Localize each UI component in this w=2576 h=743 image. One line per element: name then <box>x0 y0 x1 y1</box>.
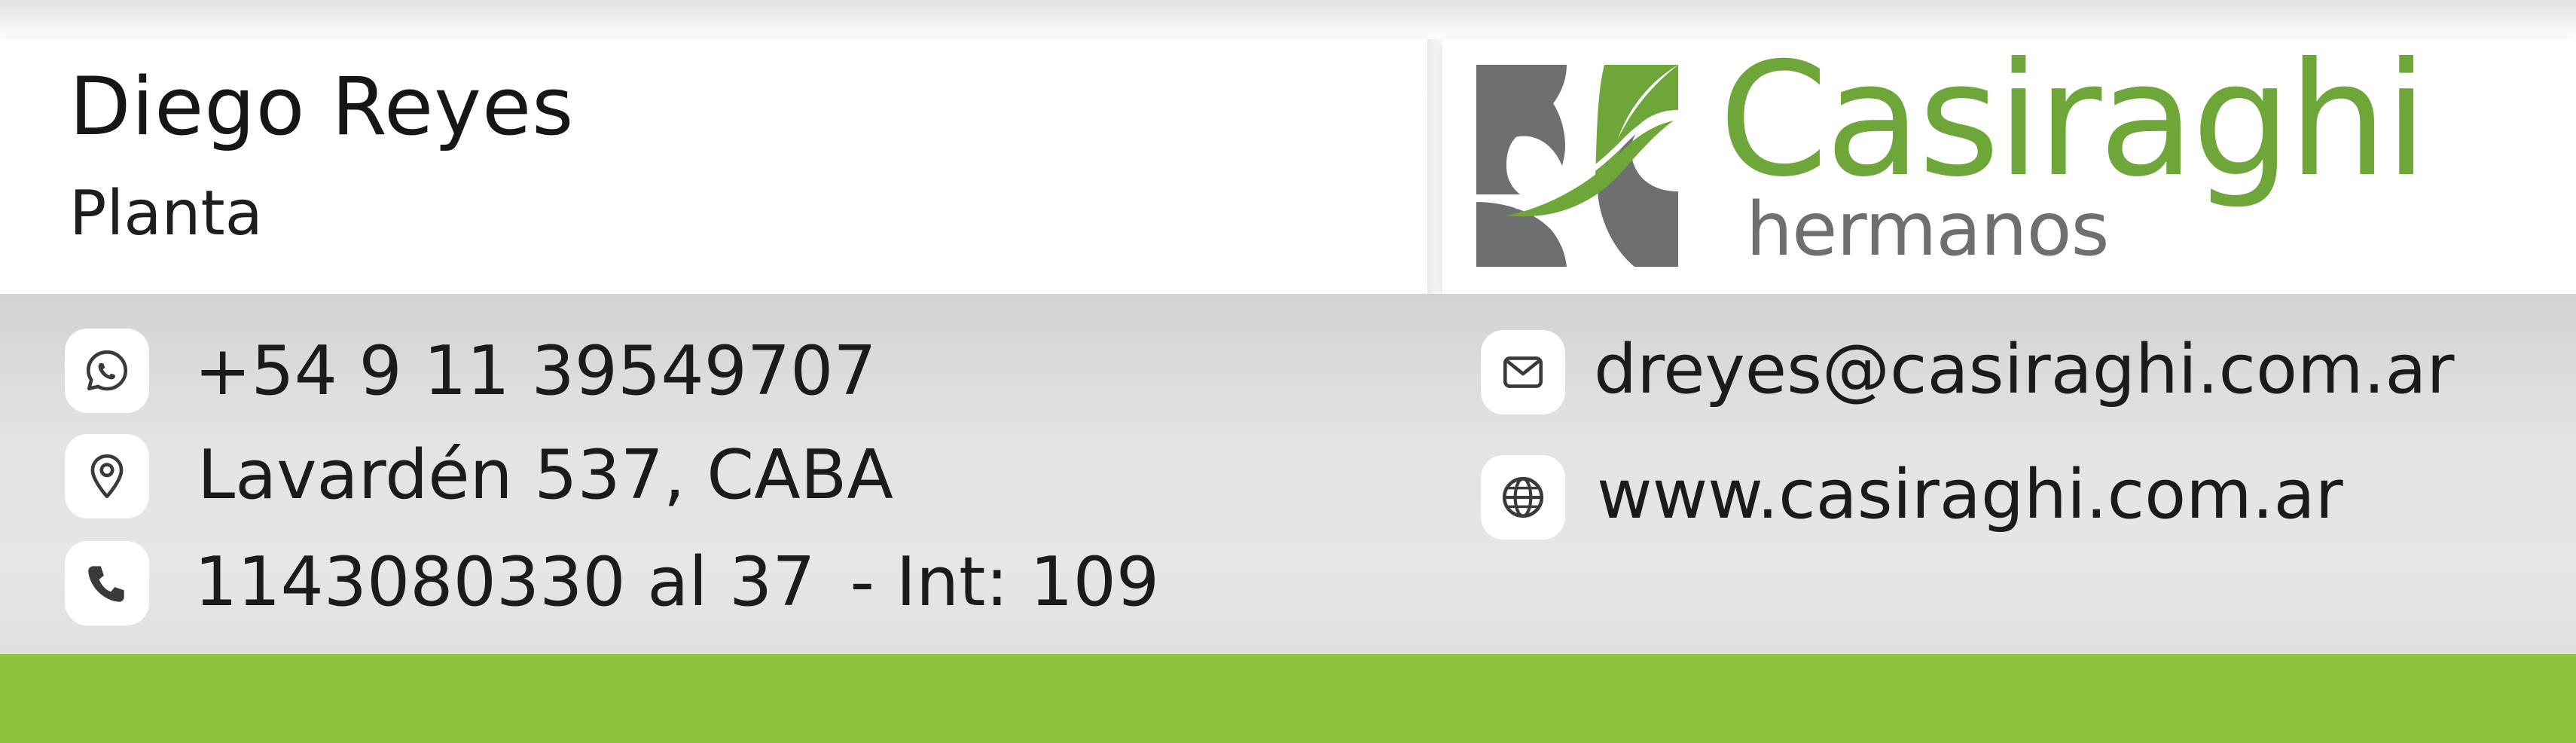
phone-extension: - Int: 109 <box>850 543 1160 622</box>
location-pin-icon <box>90 454 124 499</box>
person-role: Planta <box>69 178 263 249</box>
company-logo-name: Casiraghi <box>1719 29 2428 212</box>
company-logo-subtitle: hermanos <box>1746 187 2110 273</box>
address-text: Lavardén 537, CABA <box>197 436 893 515</box>
whatsapp-icon <box>86 350 128 391</box>
office-phone-number[interactable]: 1143080330 al 37 <box>194 543 816 622</box>
email-signature-card: Diego Reyes Planta Casiraghi hermanos +5… <box>0 0 2576 743</box>
phone-icon <box>88 566 124 602</box>
globe-icon <box>1502 476 1544 518</box>
phone-icon-box <box>65 541 149 625</box>
whatsapp-icon-box <box>65 329 149 413</box>
location-icon-box <box>65 434 149 518</box>
office-phone-line: 1143080330 al 37- Int: 109 <box>194 549 1159 616</box>
envelope-icon <box>1503 356 1543 388</box>
company-logo-icon <box>1476 65 1678 267</box>
footer-green-bar <box>0 654 2576 743</box>
email-link[interactable]: dreyes@casiraghi.com.ar <box>1594 336 2455 404</box>
email-icon-box <box>1481 330 1565 414</box>
panel-divider <box>1427 39 1442 294</box>
person-name: Diego Reyes <box>69 60 575 153</box>
website-link[interactable]: www.casiraghi.com.ar <box>1597 461 2343 529</box>
web-icon-box <box>1481 455 1565 540</box>
whatsapp-number[interactable]: +54 9 11 39549707 <box>194 338 877 405</box>
